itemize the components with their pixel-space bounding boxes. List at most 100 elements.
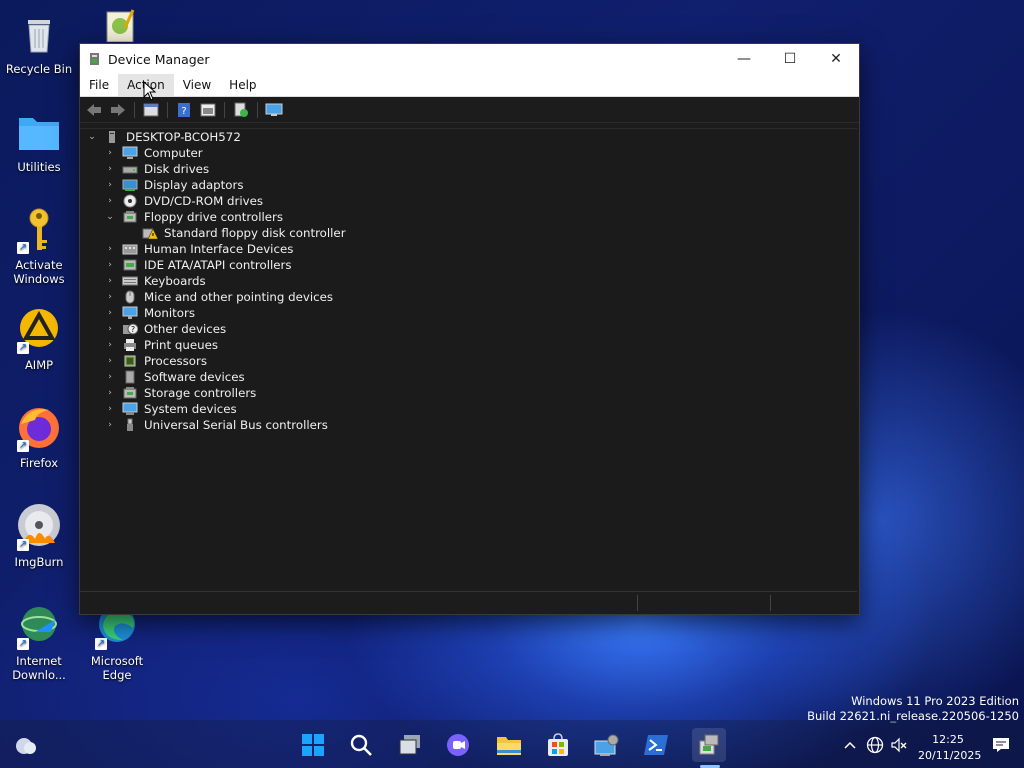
clock[interactable]: 12:25 20/11/2025 (918, 732, 982, 764)
tree-category-software-devices[interactable]: › Software devices (104, 369, 244, 385)
desktop-icon-utilities[interactable]: Utilities (2, 108, 76, 174)
maximize-button[interactable]: ☐ (767, 44, 813, 74)
chevron-down-icon[interactable]: ⌄ (86, 132, 98, 142)
mouse-icon (122, 290, 138, 304)
tree-category-print-queues[interactable]: › Print queues (104, 337, 218, 353)
printer-icon (122, 338, 138, 352)
devices-by-connection-button[interactable] (264, 101, 284, 119)
chevron-right-icon[interactable]: › (104, 324, 116, 334)
shortcut-arrow-icon: ↗ (17, 342, 29, 354)
desktop-icon-label: Activate Windows (13, 258, 65, 286)
chevron-right-icon[interactable]: › (104, 260, 116, 270)
notification-icon[interactable] (990, 732, 1012, 758)
tree-category-label: Storage controllers (144, 386, 257, 400)
device-tree[interactable]: ⌄ DESKTOP-BCOH572 › Computer › Disk driv… (80, 128, 857, 589)
title-bar[interactable]: Device Manager — ☐ ✕ (80, 44, 859, 74)
firefox-icon: ↗ (15, 404, 63, 452)
menu-file[interactable]: File (80, 74, 118, 96)
desktop-icon-label: Internet Downlo... (12, 654, 66, 682)
disk-drive-icon (122, 162, 138, 176)
floppy-controller-icon (122, 210, 138, 224)
desktop-icon-firefox[interactable]: ↗ Firefox (2, 404, 76, 470)
start-button[interactable] (300, 732, 326, 758)
desktop-icon-notepad[interactable] (80, 8, 154, 46)
menu-view[interactable]: View (174, 74, 220, 96)
minimize-button[interactable]: — (721, 44, 767, 74)
tree-category-universal-serial-bus-controllers[interactable]: › Universal Serial Bus controllers (104, 417, 328, 433)
tree-category-computer[interactable]: › Computer (104, 145, 202, 161)
chevron-right-icon[interactable]: › (104, 196, 116, 206)
clock-date: 20/11/2025 (918, 749, 982, 762)
chevron-up-icon[interactable] (840, 732, 860, 758)
globe-icon[interactable] (864, 732, 886, 758)
tree-category-mice-and-other-pointing-devices[interactable]: › Mice and other pointing devices (104, 289, 333, 305)
tree-category-human-interface-devices[interactable]: › Human Interface Devices (104, 241, 293, 257)
desktop-icon-imgburn[interactable]: ↗ ImgBurn (2, 503, 76, 569)
show-hidden-button[interactable] (198, 101, 218, 119)
chevron-right-icon[interactable]: › (104, 164, 116, 174)
computer-tower-icon (104, 130, 120, 144)
status-divider (637, 595, 638, 611)
microsoft-store-icon[interactable] (545, 732, 571, 758)
chevron-down-icon[interactable]: ⌄ (104, 212, 116, 222)
software-device-icon (122, 370, 138, 384)
close-button[interactable]: ✕ (813, 44, 859, 74)
mouse-cursor-icon (143, 80, 157, 104)
tree-category-display-adaptors[interactable]: › Display adaptors (104, 177, 243, 193)
keyboard-icon (122, 274, 138, 288)
chevron-right-icon[interactable]: › (104, 372, 116, 382)
tree-category-floppy-drive-controllers[interactable]: ⌄ Floppy drive controllers (104, 209, 283, 225)
tree-category-keyboards[interactable]: › Keyboards (104, 273, 205, 289)
powershell-icon[interactable] (643, 732, 669, 758)
chevron-right-icon[interactable]: › (104, 388, 116, 398)
tree-category-ide-ata-atapi-controllers[interactable]: › IDE ATA/ATAPI controllers (104, 257, 291, 273)
imgburn-icon: ↗ (15, 503, 63, 551)
back-button[interactable] (84, 101, 104, 119)
chevron-right-icon[interactable]: › (104, 356, 116, 366)
scan-hardware-button[interactable] (231, 101, 251, 119)
chevron-right-icon[interactable]: › (104, 148, 116, 158)
tree-category-processors[interactable]: › Processors (104, 353, 207, 369)
chevron-right-icon[interactable]: › (104, 292, 116, 302)
help-button[interactable]: ? (174, 101, 194, 119)
shortcut-arrow-icon: ↗ (95, 638, 107, 650)
shortcut-arrow-icon: ↗ (17, 539, 29, 551)
chevron-right-icon[interactable]: › (104, 244, 116, 254)
desktop-icon-activate-windows[interactable]: ↗ Activate Windows (2, 206, 76, 286)
control-panel-icon[interactable] (594, 732, 620, 758)
chevron-right-icon[interactable]: › (104, 340, 116, 350)
key-icon: ↗ (15, 206, 63, 254)
tree-device-standard-floppy-disk-controller[interactable]: Standard floppy disk controller (142, 225, 346, 241)
chevron-right-icon[interactable]: › (104, 308, 116, 318)
chevron-right-icon[interactable]: › (104, 420, 116, 430)
chevron-right-icon[interactable]: › (104, 404, 116, 414)
tree-category-disk-drives[interactable]: › Disk drives (104, 161, 209, 177)
tree-root[interactable]: ⌄ DESKTOP-BCOH572 (86, 129, 241, 145)
file-explorer-icon[interactable] (496, 732, 522, 758)
desktop-icon-label: Utilities (17, 160, 61, 174)
teams-chat-icon[interactable] (445, 732, 471, 758)
tree-category-label: Floppy drive controllers (144, 210, 284, 224)
forward-button[interactable] (108, 101, 128, 119)
aimp-icon: ↗ (15, 306, 63, 354)
device-manager-taskbar-icon[interactable] (692, 728, 726, 762)
volume-muted-icon[interactable] (888, 732, 910, 758)
unknown-device-icon: ? (122, 322, 138, 336)
computer-icon (122, 146, 138, 160)
tree-category-storage-controllers[interactable]: › Storage controllers (104, 385, 256, 401)
menu-help[interactable]: Help (220, 74, 265, 96)
internet-download-manager-icon: ↗ (15, 602, 63, 650)
task-view-icon[interactable] (397, 732, 423, 758)
tree-category-system-devices[interactable]: › System devices (104, 401, 236, 417)
search-icon[interactable] (348, 732, 374, 758)
tree-category-dvd-cd-rom-drives[interactable]: › DVD/CD-ROM drives (104, 193, 263, 209)
tree-category-other-devices[interactable]: › ? Other devices (104, 321, 226, 337)
weather-widget[interactable] (12, 732, 38, 758)
tree-category-monitors[interactable]: › Monitors (104, 305, 195, 321)
desktop-icon-aimp[interactable]: ↗ AIMP (2, 306, 76, 372)
desktop-icon-recycle-bin[interactable]: Recycle Bin (2, 10, 76, 76)
chevron-right-icon[interactable]: › (104, 180, 116, 190)
desktop-icon-internet-download-manager[interactable]: ↗ Internet Downlo... (2, 602, 76, 682)
chevron-right-icon[interactable]: › (104, 276, 116, 286)
optical-disc-icon (122, 194, 138, 208)
